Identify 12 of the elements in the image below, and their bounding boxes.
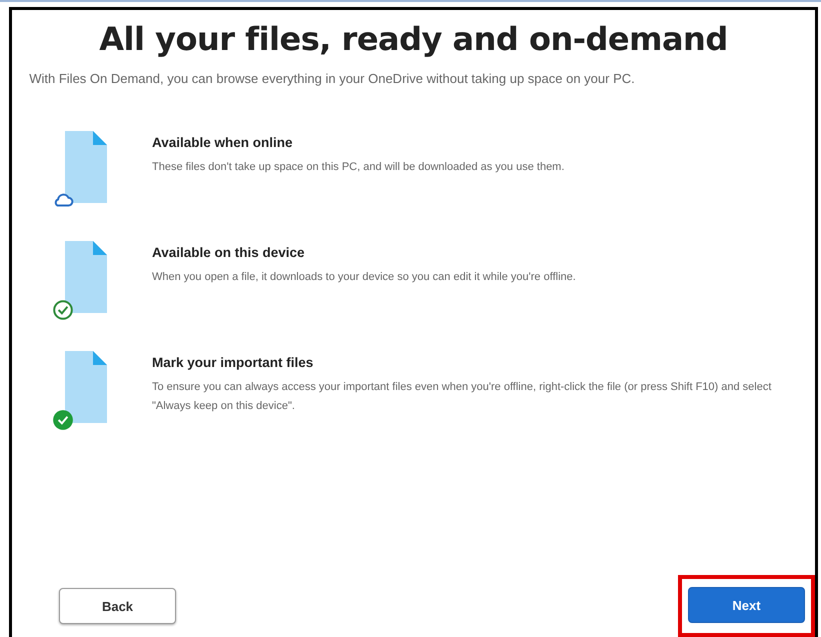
option-heading: Mark your important files (152, 355, 314, 370)
dialog-subtitle: With Files On Demand, you can browse everything in your OneDrive without taking up space on your PC. (28, 70, 636, 88)
check-circle-icon (52, 409, 74, 431)
option-description: When you open a file, it downloads to your device so you can edit it while you're offline. (152, 270, 577, 285)
option-description: These files don't take up space on this PC, and will be downloaded as you use them. (152, 160, 566, 175)
back-button[interactable]: Back (59, 588, 176, 624)
option-heading: Available on this device (152, 245, 306, 260)
option-description: To ensure you can always access your important files even when you're offline, right-click the file (or press Shift F10) and select "Always keep on this device". (152, 380, 772, 414)
next-button[interactable]: Next (688, 587, 805, 623)
option-heading: Available when online (152, 135, 294, 150)
dialog-title: All your files, ready and on-demand (98, 20, 729, 58)
check-circle-icon (52, 299, 74, 321)
